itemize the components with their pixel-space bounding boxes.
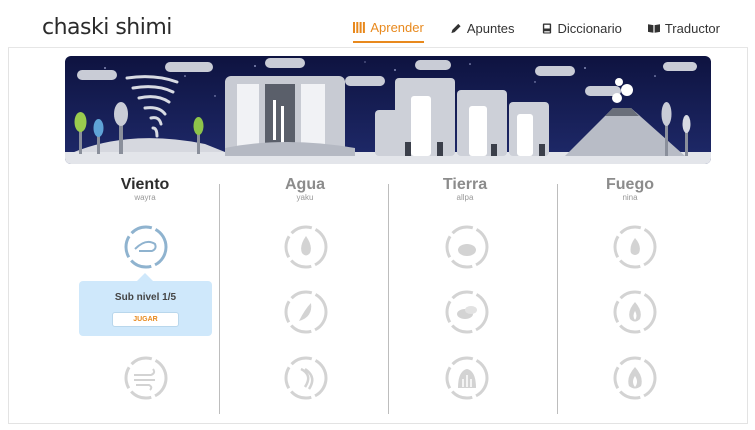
level-viento-3-wind-icon[interactable] <box>123 355 169 401</box>
main-nav: Aprender Apuntes Diccionario Traductor <box>353 20 720 43</box>
column-title: Fuego <box>606 176 654 193</box>
level-tierra-1-stone-icon[interactable] <box>444 224 490 270</box>
nav-label-traductor: Traductor <box>664 21 720 36</box>
column-subtitle: wayra <box>134 193 156 202</box>
elements-banner <box>65 56 711 164</box>
column-divider <box>557 184 558 414</box>
play-button[interactable]: JUGAR <box>112 312 179 327</box>
pencil-icon <box>451 23 461 34</box>
banner-illustration <box>65 56 711 164</box>
nav-label-apuntes: Apuntes <box>466 21 515 36</box>
column-subtitle: allpa <box>456 193 474 202</box>
level-viento-1-wind-icon[interactable] <box>123 224 169 270</box>
level-fuego-2-flame-icon[interactable] <box>612 289 658 335</box>
column-title: Agua <box>285 176 325 193</box>
column-divider <box>219 184 220 414</box>
level-fuego-3-flame-icon[interactable] <box>612 355 658 401</box>
column-subtitle: yaku <box>296 193 314 202</box>
column-subtitle: nina <box>622 193 638 202</box>
level-fuego-1-flame-icon[interactable] <box>612 224 658 270</box>
column-divider <box>388 184 389 414</box>
nav-item-diccionario[interactable]: Diccionario <box>541 20 622 43</box>
level-tierra-2-stones-icon[interactable] <box>444 289 490 335</box>
nav-label-diccionario: Diccionario <box>557 21 622 36</box>
column-viento: Viento wayra <box>70 176 220 202</box>
top-navbar: chaski shimi Aprender Apuntes Diccionari… <box>8 6 748 48</box>
level-agua-3-waves-icon[interactable] <box>283 355 329 401</box>
app-logo[interactable]: chaski shimi <box>42 15 172 40</box>
bars-icon <box>353 22 366 33</box>
sublevel-title: Sub nivel 1/5 <box>114 292 177 303</box>
nav-item-aprender[interactable]: Aprender <box>353 20 424 43</box>
column-title: Viento <box>120 176 170 193</box>
column-tierra: Tierra allpa <box>390 176 540 202</box>
column-title: Tierra <box>442 176 488 193</box>
nav-item-apuntes[interactable]: Apuntes <box>450 20 515 43</box>
nav-item-traductor[interactable]: Traductor <box>647 20 720 43</box>
book-icon <box>542 23 551 34</box>
sublevel-popup: Sub nivel 1/5 JUGAR <box>79 273 212 336</box>
column-fuego: Fuego nina <box>555 176 705 202</box>
level-tierra-3-mound-icon[interactable] <box>444 355 490 401</box>
open-book-icon <box>647 24 660 33</box>
column-agua: Agua yaku <box>230 176 380 202</box>
level-agua-2-wave-icon[interactable] <box>283 289 329 335</box>
nav-label-aprender: Aprender <box>370 20 424 35</box>
level-agua-1-drop-icon[interactable] <box>283 224 329 270</box>
